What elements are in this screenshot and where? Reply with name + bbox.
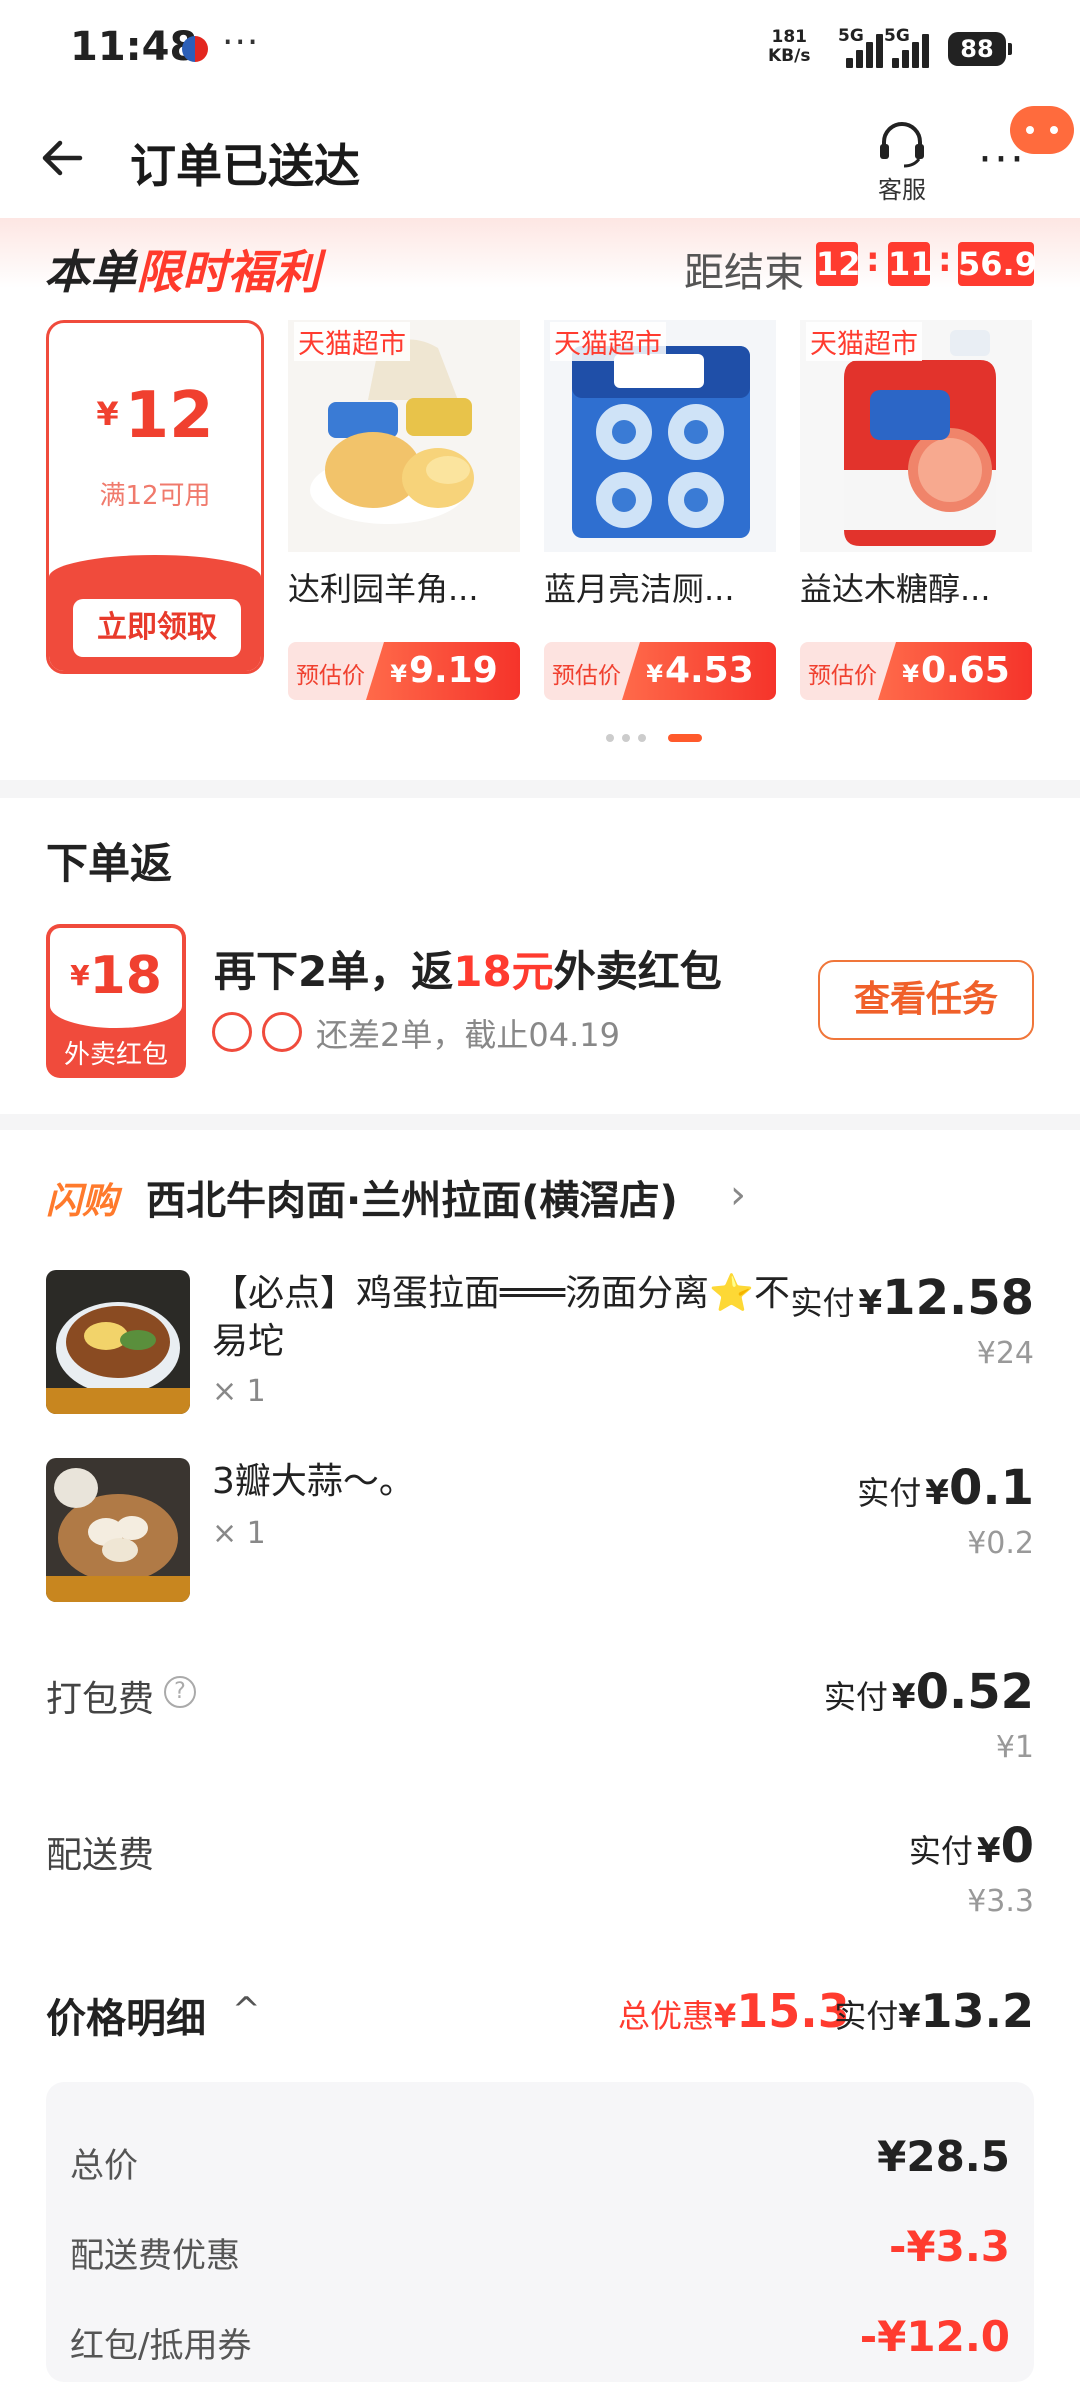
chevron-up-icon[interactable]: ^	[232, 1990, 261, 2030]
app-notification-icon	[182, 36, 208, 62]
net-speed-unit: KB/s	[768, 46, 811, 66]
coupon-amount: ¥12	[96, 379, 214, 453]
noodle-bowl-image	[46, 1270, 190, 1414]
dish-name: 3瓣大蒜～。	[212, 1461, 415, 1502]
packing-fee-label: 打包费	[46, 1679, 155, 1720]
red-packet-label: 外卖红包	[63, 1040, 168, 1070]
product-price: 预估价 ¥9.19	[288, 642, 520, 700]
product-tag: 天猫超市	[550, 322, 666, 361]
dish-quantity: × 1	[212, 1374, 266, 1409]
welfare-title-prefix: 本单	[44, 245, 136, 299]
dish-image	[46, 1270, 190, 1414]
delivery-fee-paid: 实付 ¥0	[908, 1818, 1034, 1874]
price-breakdown-panel: 总价 ¥28.5 配送费优惠 -¥3.3 红包/抵用券 -¥12.0	[46, 2082, 1034, 2382]
total-paid: 实付¥13.2	[834, 1984, 1034, 2038]
rebate-headline: 再下2单，返18元外卖红包	[214, 947, 722, 996]
product-name: 达利园羊角...	[288, 570, 479, 608]
delivery-fee-original: ¥3.3	[967, 1884, 1034, 1919]
packing-fee-original: ¥1	[995, 1730, 1034, 1765]
red-packet-badge: ¥18 外卖红包	[46, 924, 186, 1078]
countdown-minutes: 11	[888, 242, 933, 286]
flash-purchase-tag: 闪购	[46, 1181, 119, 1222]
dish-quantity: × 1	[212, 1516, 266, 1551]
breakdown-label: 配送费优惠	[70, 2236, 240, 2276]
product-price: 预估价 ¥0.65	[800, 642, 1032, 700]
status-bar: 11:48 ··· 181 KB/s 5G 5G 88	[0, 0, 1080, 100]
product-tag: 天猫超市	[294, 322, 410, 361]
rebate-title: 下单返	[46, 839, 173, 888]
price-detail-title[interactable]: 价格明细	[46, 1986, 206, 2044]
more-options-icon[interactable]: ···	[978, 138, 1026, 182]
breakdown-label: 红包/抵用券	[70, 2326, 252, 2366]
breakdown-value: -¥12.0	[859, 2312, 1010, 2361]
status-more-icon: ···	[222, 22, 260, 63]
estimated-price-value: ¥9.19	[366, 642, 520, 700]
product-card[interactable]: 天猫超市 达利园羊角... 预估价 ¥9.19	[288, 320, 520, 702]
coupon-condition: 满12可用	[99, 481, 211, 511]
total-discount: 总优惠¥15.3	[618, 1984, 850, 2038]
packing-fee-paid: 实付 ¥0.52	[823, 1664, 1034, 1720]
chat-bubble-icon[interactable]	[1010, 106, 1074, 154]
product-card[interactable]: 天猫超市 蓝月亮洁厕... 预估价 ¥4.53	[544, 320, 776, 702]
welfare-title: 本单限时福利	[44, 236, 320, 302]
back-arrow-icon[interactable]	[36, 132, 88, 184]
order-card: 闪购 西北牛肉面·兰州拉面(横滘店) › 【必点】鸡蛋拉面═══汤面分离⭐不易坨…	[0, 1130, 1080, 2400]
shop-name[interactable]: 西北牛肉面·兰州拉面(横滘店)	[146, 1168, 678, 1226]
progress-circle-icon	[262, 1012, 302, 1052]
delivery-fee-label: 配送费	[46, 1835, 155, 1876]
countdown-hours: 12	[816, 242, 861, 286]
welfare-title-highlight: 限时福利	[136, 245, 320, 299]
breakdown-value: -¥3.3	[888, 2222, 1010, 2271]
estimated-price-value: ¥0.65	[878, 642, 1032, 700]
help-icon[interactable]: ?	[164, 1676, 196, 1708]
product-name: 益达木糖醇...	[800, 570, 991, 608]
product-price: 预估价 ¥4.53	[544, 642, 776, 700]
coupon-card[interactable]: ¥12 满12可用 立即领取	[46, 320, 264, 674]
limited-welfare-card: 本单限时福利 距结束 12 : 11 : 56.9 ¥12 满12可用 立即领取	[0, 218, 1080, 780]
headset-icon	[880, 122, 924, 168]
net-speed: 181 KB/s	[768, 28, 810, 66]
order-rebate-section: 下单返 ¥18 外卖红包 再下2单，返18元外卖红包 还差2单，截止04.19 …	[0, 798, 1080, 1114]
order-detail-page: 11:48 ··· 181 KB/s 5G 5G 88 订单已送达 客服 ···…	[0, 0, 1080, 2400]
view-task-button[interactable]: 查看任务	[818, 960, 1034, 1040]
countdown-seconds: 56.9	[958, 242, 1037, 286]
product-name: 蓝月亮洁厕...	[544, 570, 735, 608]
dish-paid-price: 实付 ¥0.1	[857, 1460, 1034, 1516]
status-time: 11:48	[70, 24, 198, 70]
countdown-separator: :	[866, 240, 880, 280]
breakdown-value: ¥28.5	[877, 2132, 1010, 2181]
red-packet-amount: ¥18	[50, 928, 182, 1028]
customer-service-label: 客服	[878, 176, 926, 204]
product-card[interactable]: 天猫超市 益达木糖醇... 预估价 ¥0.65	[800, 320, 1032, 702]
breakdown-row: 配送费优惠 -¥3.3	[70, 2218, 1010, 2278]
countdown-label: 距结束	[684, 250, 804, 296]
dish-name: 【必点】鸡蛋拉面═══汤面分离⭐不易坨	[212, 1273, 790, 1362]
estimated-price-label: 预估价	[552, 663, 621, 689]
estimated-price-value: ¥4.53	[622, 642, 776, 700]
garlic-image	[46, 1458, 190, 1602]
breakdown-row: 红包/抵用券 -¥12.0	[70, 2308, 1010, 2368]
chevron-right-icon[interactable]: ›	[730, 1172, 746, 1218]
breakdown-label: 总价	[70, 2146, 138, 2186]
claim-coupon-button[interactable]: 立即领取	[73, 599, 241, 657]
battery-icon: 88	[948, 32, 1012, 66]
product-tag: 天猫超市	[806, 322, 922, 361]
net-speed-value: 181	[771, 27, 807, 47]
dish-image	[46, 1458, 190, 1602]
customer-service-button[interactable]: 客服	[864, 118, 940, 208]
page-title: 订单已送达	[130, 139, 360, 193]
estimated-price-label: 预估价	[808, 663, 877, 689]
dish-original-price: ¥0.2	[967, 1526, 1034, 1561]
dish-original-price: ¥24	[976, 1336, 1034, 1371]
dish-paid-price: 实付 ¥12.58	[790, 1270, 1034, 1326]
estimated-price-label: 预估价	[296, 663, 365, 689]
top-nav-bar: 订单已送达 客服 ···	[0, 100, 1080, 218]
breakdown-row: 总价 ¥28.5	[70, 2128, 1010, 2188]
rebate-progress-text: 还差2单，截止04.19	[316, 1016, 620, 1054]
countdown-separator: :	[938, 240, 952, 280]
progress-circle-icon	[212, 1012, 252, 1052]
